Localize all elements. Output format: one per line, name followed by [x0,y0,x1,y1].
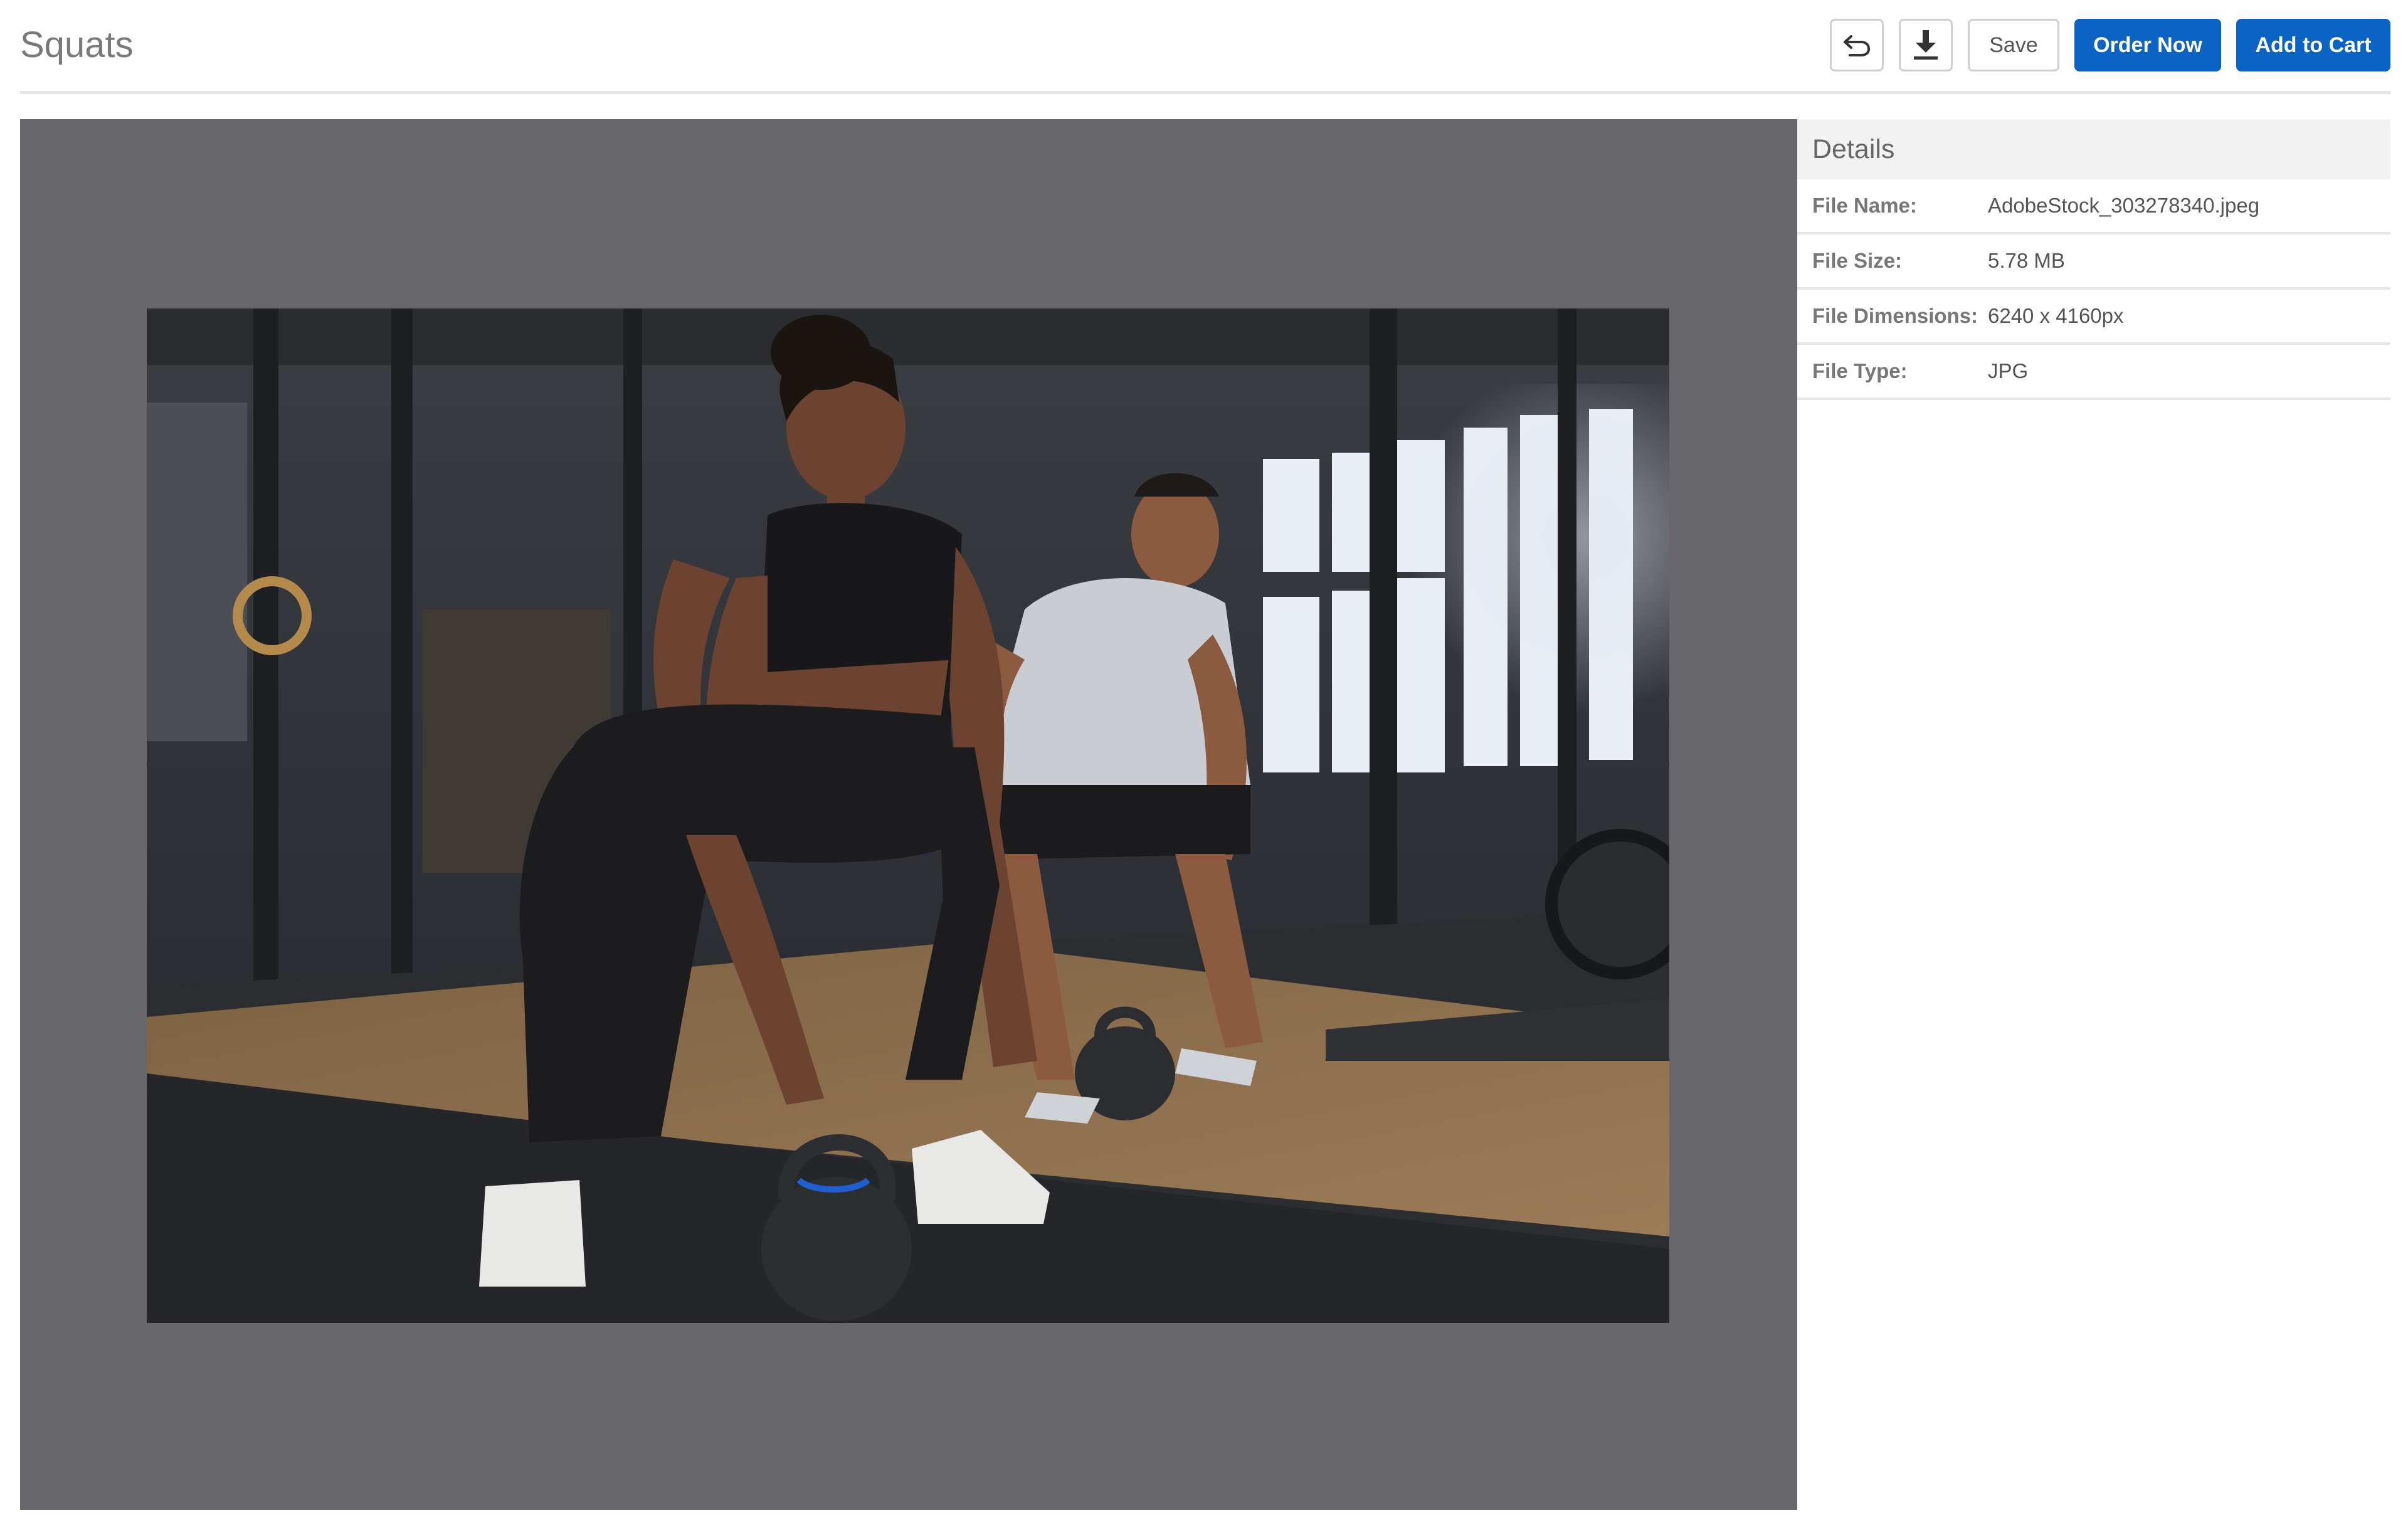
details-title: Details [1812,134,1895,164]
preview-photo [147,308,1669,1323]
detail-label: File Name: [1812,194,1917,217]
detail-label: File Dimensions: [1812,304,1978,327]
save-button[interactable]: Save [1968,19,2059,71]
details-panel: Details File Name: AdobeStock_303278340.… [1797,119,2390,400]
detail-label: File Size: [1812,249,1903,272]
header-bar: Squats Save Order Now Add to Cart [20,0,2390,94]
detail-value: 5.78 MB [1988,249,2065,272]
add-to-cart-button[interactable]: Add to Cart [2236,19,2390,71]
detail-value: JPG [1988,359,2029,382]
detail-value: 6240 x 4160px [1988,304,2124,327]
page-title: Squats [20,24,134,65]
toolbar: Save Order Now Add to Cart [1830,19,2390,71]
undo-button[interactable] [1830,19,1884,71]
detail-row-file-type: File Type: JPG [1797,345,2390,400]
detail-row-file-dimensions: File Dimensions: 6240 x 4160px [1797,290,2390,345]
detail-row-file-name: File Name: AdobeStock_303278340.jpeg [1797,179,2390,234]
order-now-button[interactable]: Order Now [2074,19,2221,71]
detail-label: File Type: [1812,359,1908,382]
image-preview-area [20,119,1797,1510]
undo-icon [1841,33,1872,58]
detail-value: AdobeStock_303278340.jpeg [1988,194,2260,217]
detail-row-file-size: File Size: 5.78 MB [1797,234,2390,290]
download-icon [1912,29,1940,61]
download-button[interactable] [1899,19,1953,71]
details-header: Details [1797,119,2390,179]
